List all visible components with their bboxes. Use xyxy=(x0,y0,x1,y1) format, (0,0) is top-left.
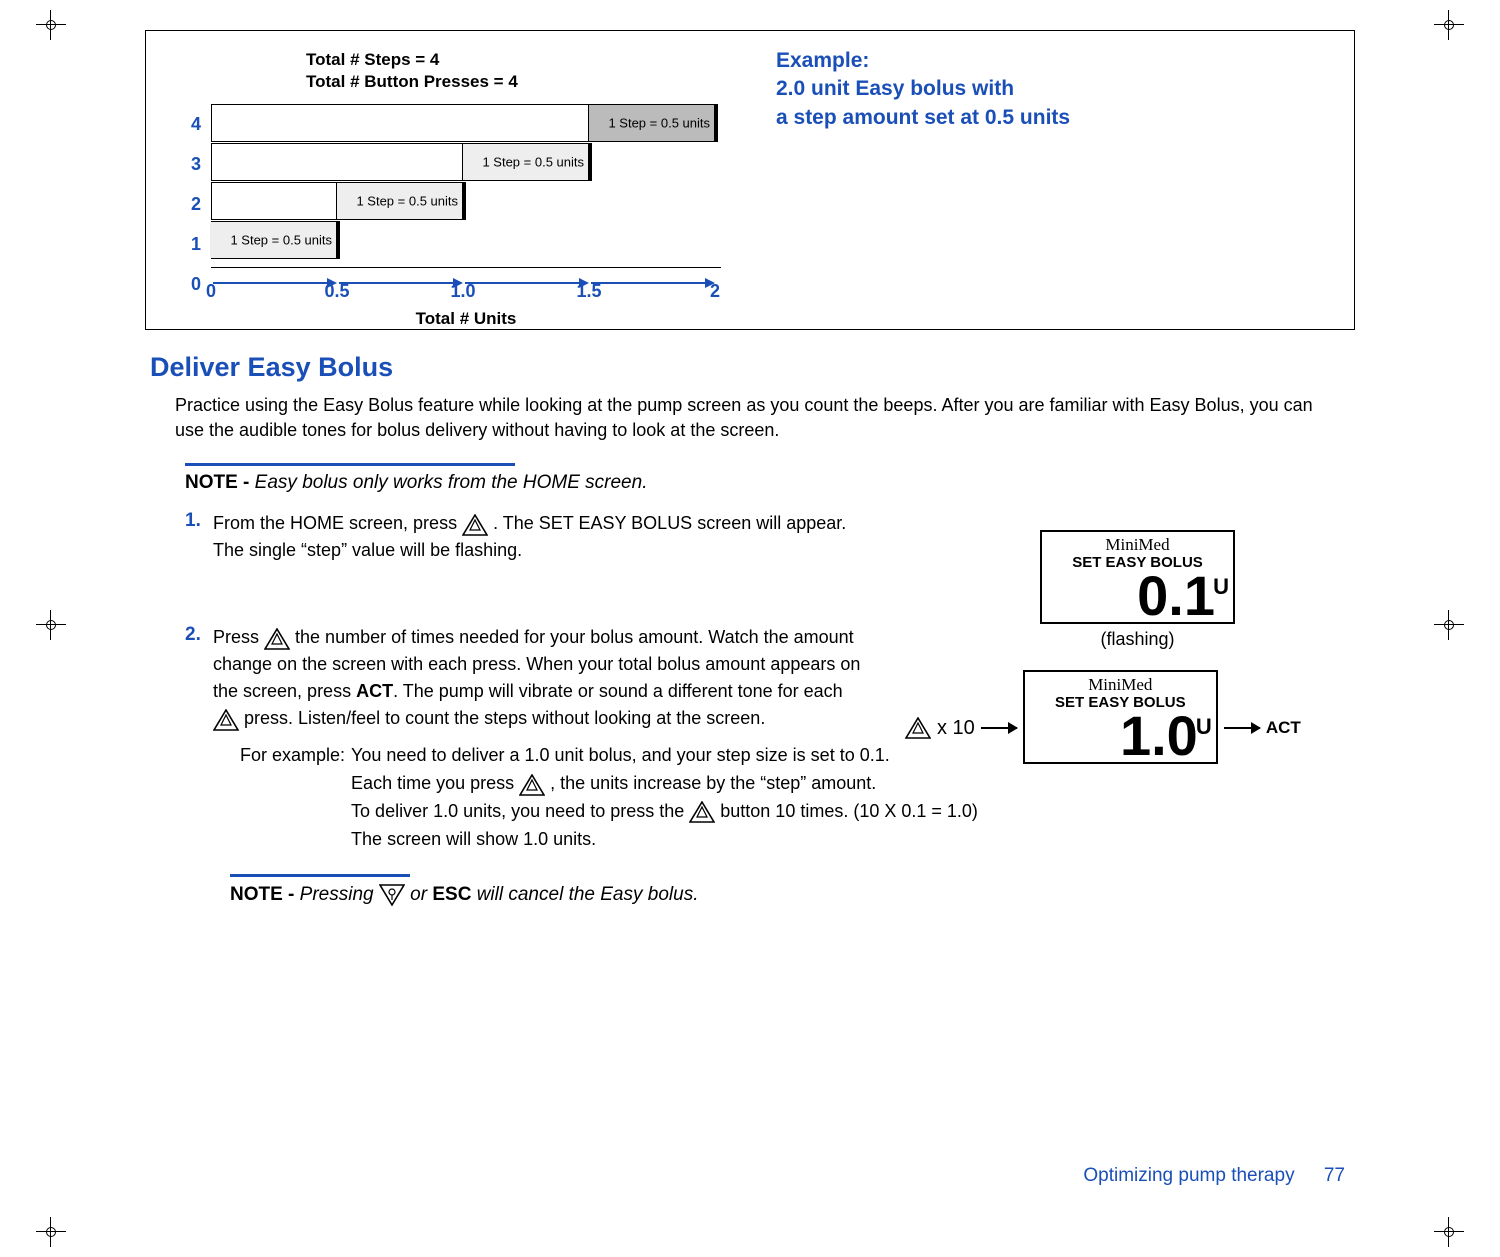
crop-mark xyxy=(36,1217,66,1247)
example-line: a step amount set at 0.5 units xyxy=(776,104,1070,132)
page-number: 77 xyxy=(1324,1165,1345,1186)
step-1: 1. From the HOME screen, press . The SET… xyxy=(185,510,1430,564)
flashing-caption: (flashing) xyxy=(1040,629,1235,650)
screen-brand: MiniMed xyxy=(1048,535,1227,555)
up-arrow-icon xyxy=(213,708,239,732)
crop-mark xyxy=(36,610,66,640)
up-arrow-icon xyxy=(264,627,290,651)
up-arrow-icon xyxy=(462,513,488,537)
step-text: From the HOME screen, press . The SET EA… xyxy=(213,510,863,564)
note-rule xyxy=(230,874,410,877)
step-number: 1. xyxy=(185,510,213,564)
up-arrow-icon xyxy=(905,716,931,740)
diagram-box: Total # Steps = 4 Total # Button Presses… xyxy=(145,30,1355,330)
screen-illustration-2: x 10 MiniMed SET EASY BOLUS 1.0U ACT xyxy=(905,670,1301,764)
y-tick: 2 xyxy=(191,184,201,224)
note-line: NOTE - Pressing or ESC will cancel the E… xyxy=(230,883,1430,907)
screen-value: 0.1U xyxy=(1048,571,1227,621)
note-label: NOTE - xyxy=(185,472,255,493)
intro-paragraph: Practice using the Easy Bolus feature wh… xyxy=(175,393,1330,443)
act-key: ACT xyxy=(356,681,393,701)
page-footer: Optimizing pump therapy 77 xyxy=(1083,1165,1345,1187)
pump-screen: MiniMed SET EASY BOLUS 0.1U xyxy=(1040,530,1235,624)
note-text: Easy bolus only works from the HOME scre… xyxy=(255,472,648,493)
arrow-right-icon xyxy=(1224,727,1260,729)
crop-mark xyxy=(36,10,66,40)
unit-label: U xyxy=(1196,717,1212,737)
screen-illustration-1: MiniMed SET EASY BOLUS 0.1U (flashing) xyxy=(1040,530,1235,650)
example-lead: For example: xyxy=(240,742,345,854)
x-tick: 1.5 xyxy=(576,281,601,302)
crop-mark xyxy=(1434,1217,1464,1247)
x-tick: 2 xyxy=(710,281,720,302)
example-body: You need to deliver a 1.0 unit bolus, an… xyxy=(351,742,978,854)
y-tick: 0 xyxy=(191,264,201,304)
step-bar: 1 Step = 0.5 units xyxy=(211,221,337,259)
step-bar: 1 Step = 0.5 units xyxy=(211,182,463,220)
unit-label: U xyxy=(1213,577,1229,597)
x-tick: 0.5 xyxy=(324,281,349,302)
note-rule xyxy=(185,463,515,466)
diagram-title-line: Total # Steps = 4 xyxy=(306,49,518,71)
crop-mark xyxy=(1434,610,1464,640)
page: Total # Steps = 4 Total # Button Presses… xyxy=(70,10,1430,1247)
crop-mark xyxy=(1434,10,1464,40)
x-axis-title: Total # Units xyxy=(211,309,721,329)
diagram-titles: Total # Steps = 4 Total # Button Presses… xyxy=(306,49,518,93)
times-ten-label: x 10 xyxy=(937,717,975,740)
act-key: ACT xyxy=(1266,718,1301,738)
esc-key: ESC xyxy=(432,884,471,905)
y-tick: 3 xyxy=(191,144,201,184)
up-arrow-icon xyxy=(689,800,715,824)
up-arrow-icon xyxy=(519,773,545,797)
x-tick: 1.0 xyxy=(450,281,475,302)
example-label: Example: xyxy=(776,47,1070,75)
y-tick: 4 xyxy=(191,104,201,144)
section-heading: Deliver Easy Bolus xyxy=(150,352,1430,383)
step-bar: 1 Step = 0.5 units xyxy=(211,104,715,142)
example-line: 2.0 unit Easy bolus with xyxy=(776,75,1070,103)
y-tick: 1 xyxy=(191,224,201,264)
arrow-right-icon xyxy=(981,727,1017,729)
bars: 1 Step = 0.5 units 1 Step = 0.5 units 1 … xyxy=(211,104,721,259)
screen-value: 1.0U xyxy=(1031,711,1210,761)
screen-brand: MiniMed xyxy=(1031,675,1210,695)
step-bar: 1 Step = 0.5 units xyxy=(211,143,589,181)
note-label: NOTE - xyxy=(230,884,300,905)
step-diagram: Total # Steps = 4 Total # Button Presses… xyxy=(166,49,726,309)
step-number: 2. xyxy=(185,624,213,732)
x-tick: 0 xyxy=(206,281,216,302)
note-line: NOTE - Easy bolus only works from the HO… xyxy=(185,472,1430,494)
y-axis-labels: 4 3 2 1 0 xyxy=(191,104,201,304)
diagram-title-line: Total # Button Presses = 4 xyxy=(306,71,518,93)
chapter-title: Optimizing pump therapy xyxy=(1083,1165,1294,1186)
x-axis xyxy=(211,267,721,268)
pump-screen: MiniMed SET EASY BOLUS 1.0U xyxy=(1023,670,1218,764)
example-caption: Example: 2.0 unit Easy bolus with a step… xyxy=(776,47,1070,132)
down-arrow-icon xyxy=(379,883,405,907)
step-text: Press the number of times needed for you… xyxy=(213,624,863,732)
